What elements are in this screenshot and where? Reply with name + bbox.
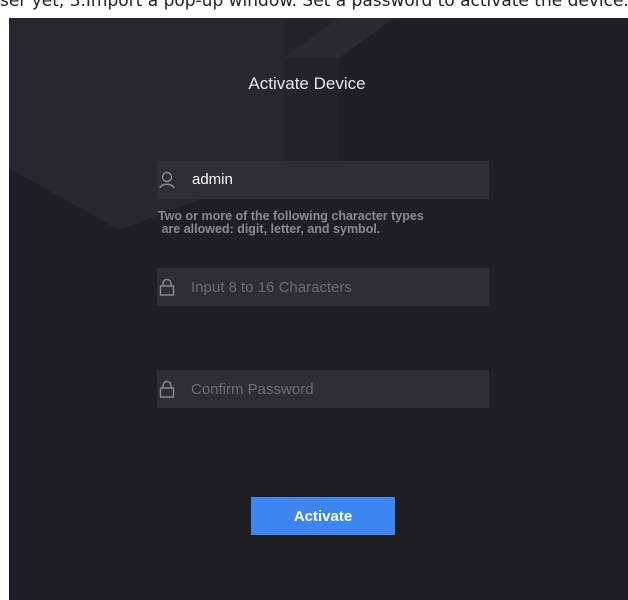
document-top-strip: ser yet, 3.Import a pop-up window. Set a… xyxy=(0,0,628,18)
username-field[interactable]: admin xyxy=(157,161,489,199)
user-icon xyxy=(157,161,177,199)
activate-button[interactable]: Activate xyxy=(251,497,395,535)
confirm-password-field[interactable] xyxy=(157,370,489,408)
confirm-password-input[interactable] xyxy=(191,370,481,408)
lock-icon xyxy=(157,268,177,306)
dialog-title: Activate Device xyxy=(248,74,366,93)
activate-device-dialog: Activate Device admin Two or more of the… xyxy=(9,18,628,600)
lock-icon xyxy=(157,370,177,408)
new-password-field[interactable] xyxy=(157,268,489,306)
username-value: admin xyxy=(192,171,233,188)
new-password-input[interactable] xyxy=(191,268,481,306)
password-requirements-hint: Two or more of the following character t… xyxy=(158,209,424,236)
cropped-document-text: ser yet, 3.Import a pop-up window. Set a… xyxy=(0,0,628,11)
